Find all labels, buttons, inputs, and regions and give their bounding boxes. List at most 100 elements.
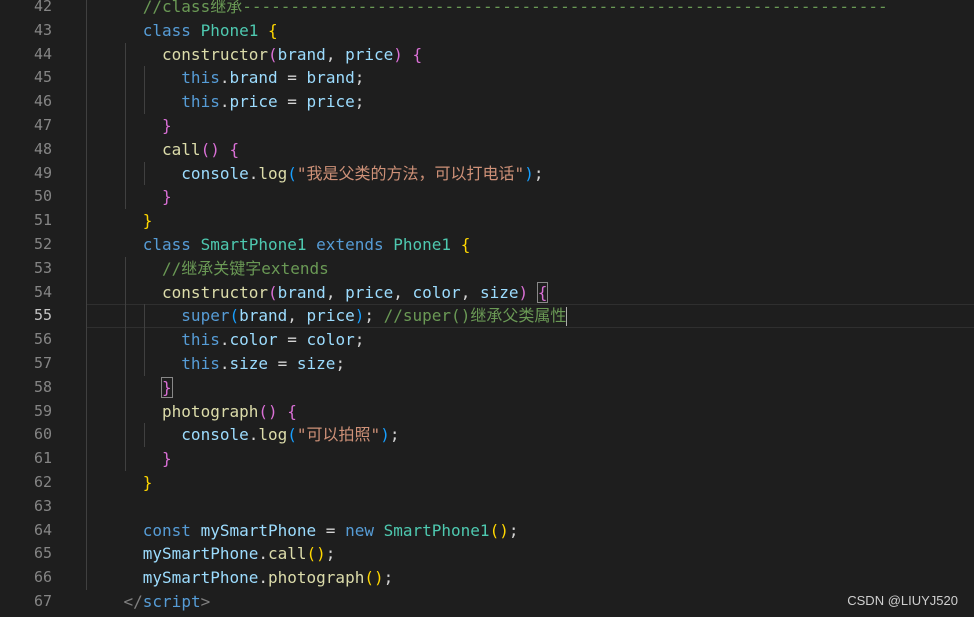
code-line[interactable]: 67 </script> xyxy=(0,590,974,614)
code-line[interactable]: 55 super(brand, price); //super()继承父类属性 xyxy=(0,304,974,329)
indent-guide xyxy=(86,304,87,329)
code-text: console.log("我是父类的方法，可以打电话"); xyxy=(181,162,543,186)
code-token: price xyxy=(306,306,355,326)
code-line[interactable]: 46 this.price = price; xyxy=(0,90,974,114)
code-line[interactable]: 44 constructor(brand, price) { xyxy=(0,42,974,67)
code-token: . xyxy=(248,163,259,183)
code-token: log xyxy=(258,425,288,445)
code-line[interactable]: 61} xyxy=(0,447,974,471)
code-line[interactable]: 49 console.log("我是父类的方法，可以打电话"); xyxy=(0,161,974,186)
line-number: 59 xyxy=(33,401,52,420)
code-text: mySmartPhone.call(); xyxy=(143,542,336,566)
indent-guide xyxy=(86,185,87,210)
code-line[interactable]: 66 mySmartPhone.photograph(); xyxy=(0,566,974,590)
code-token: { xyxy=(536,281,549,303)
line-number: 66 xyxy=(33,568,52,587)
code-token: } xyxy=(161,376,173,398)
line-number: 58 xyxy=(33,377,52,396)
code-token: { xyxy=(412,44,423,64)
indent-guide xyxy=(86,328,87,352)
code-token: } xyxy=(162,449,172,469)
code-token: } xyxy=(162,115,172,135)
code-line[interactable]: 60 console.log("可以拍照"); xyxy=(0,423,974,448)
line-number: 42 xyxy=(33,0,52,15)
code-editor[interactable]: 42 //class继承-----------------------------… xyxy=(0,0,974,614)
code-line[interactable]: 58} xyxy=(0,375,974,400)
code-token: brand xyxy=(229,68,278,88)
indent-guide xyxy=(124,328,126,352)
watermark: CSDN @LIUYJ520 xyxy=(847,593,958,608)
code-token: , xyxy=(325,282,346,302)
code-text: this.size = size; xyxy=(181,352,345,376)
indent-guide xyxy=(124,375,126,400)
indent-guide xyxy=(86,399,87,424)
code-text: this.color = color; xyxy=(181,328,364,352)
code-token: "我是父类的方法，可以打电话" xyxy=(296,163,525,183)
code-token: ( xyxy=(268,282,278,302)
indent-guide xyxy=(86,18,87,43)
code-token: { xyxy=(229,139,240,159)
indent-guide xyxy=(86,256,87,281)
code-line[interactable]: 48 call() { xyxy=(0,137,974,162)
code-line[interactable]: 42 //class继承-----------------------------… xyxy=(0,0,974,19)
code-token: size xyxy=(296,353,336,373)
line-number: 54 xyxy=(33,282,52,301)
code-line[interactable]: 57 this.size = size; xyxy=(0,351,974,376)
line-number: 63 xyxy=(33,496,52,515)
code-line[interactable]: 53 //继承关键字extends xyxy=(0,256,974,281)
code-token: ; xyxy=(383,568,394,588)
code-line[interactable]: 64 const mySmartPhone = new SmartPhone1()… xyxy=(0,518,974,543)
code-token: size xyxy=(479,282,519,302)
code-token: Phone1 xyxy=(393,234,452,254)
code-token: ( xyxy=(287,163,297,183)
code-token: mySmartPhone xyxy=(142,544,259,564)
code-line[interactable]: 63 xyxy=(0,494,974,519)
code-text: mySmartPhone.photograph(); xyxy=(143,566,393,590)
indent-guide xyxy=(124,161,126,186)
code-line[interactable]: 47} xyxy=(0,113,974,138)
code-line[interactable]: 65 mySmartPhone.call(); xyxy=(0,542,974,567)
code-token: () xyxy=(200,139,220,159)
code-token: mySmartPhone xyxy=(142,568,259,588)
code-token: call xyxy=(268,544,307,564)
code-token: ) xyxy=(354,306,365,326)
code-line[interactable]: 51} xyxy=(0,209,974,233)
line-number: 55 xyxy=(33,306,52,325)
line-number: 53 xyxy=(33,258,52,277)
code-line[interactable]: 45 this.brand = brand; xyxy=(0,66,974,91)
line-number: 50 xyxy=(33,187,52,206)
line-number: 45 xyxy=(33,68,52,87)
indent-guide xyxy=(124,423,126,448)
code-token: this xyxy=(181,330,220,350)
indent-guide xyxy=(86,423,87,448)
code-line[interactable]: 52 class SmartPhone1 extends Phone1 { xyxy=(0,232,974,257)
code-line[interactable]: 43 class Phone1 { xyxy=(0,18,974,43)
code-token: ; xyxy=(389,425,400,445)
code-token: console xyxy=(181,163,249,183)
indent-guide xyxy=(86,518,87,543)
indent-guide xyxy=(124,304,126,329)
line-number: 57 xyxy=(33,353,52,372)
code-token: extends xyxy=(316,234,384,254)
line-number: 49 xyxy=(33,163,52,182)
code-token: ; xyxy=(335,353,346,373)
code-line[interactable]: 54 constructor(brand, price, color, size)… xyxy=(0,280,974,305)
indent-guide xyxy=(143,351,145,376)
line-number: 51 xyxy=(33,211,52,230)
code-token: constructor xyxy=(162,282,268,302)
indent-guide xyxy=(143,161,145,186)
code-token: { xyxy=(268,20,278,40)
code-line[interactable]: 50} xyxy=(0,185,974,210)
code-line[interactable]: 56 this.color = color; xyxy=(0,328,974,352)
code-line[interactable]: 59 photograph() { xyxy=(0,399,974,424)
indent-guide xyxy=(86,137,87,162)
code-line[interactable]: 62} xyxy=(0,470,974,495)
line-number: 48 xyxy=(33,139,52,158)
code-text: } xyxy=(162,114,172,138)
